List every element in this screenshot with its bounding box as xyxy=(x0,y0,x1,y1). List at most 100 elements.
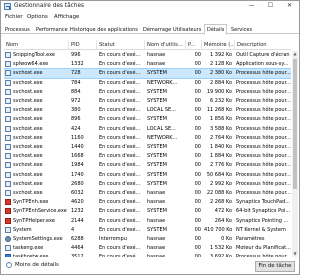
process-status: En cours d'exé... xyxy=(99,70,141,77)
process-memory: 50 684 Ko xyxy=(206,171,232,178)
table-row[interactable]: svchost.exe 896 En cours d'exé... SYSTEM 00 1… xyxy=(4,115,291,124)
table-row[interactable]: SynTPHelper.exe 2144 En cours d'exé... hasn… xyxy=(4,217,291,226)
process-user: hasnae xyxy=(147,217,166,224)
process-pid: 6288 xyxy=(71,236,84,242)
process-pid: 996 xyxy=(71,52,81,58)
maximize-button[interactable]: ☐ xyxy=(261,1,280,11)
process-name: svchost.exe xyxy=(13,144,43,150)
app-icon xyxy=(5,245,11,252)
process-memory: 1 840 Ko xyxy=(210,144,232,150)
tab-demarrage[interactable]: Démarrage xyxy=(141,26,173,34)
process-memory: 3 692 Ko xyxy=(204,253,232,257)
process-description: Application sous-sy... xyxy=(236,61,289,68)
process-memory: 0 Ko xyxy=(221,236,232,242)
gear-icon xyxy=(5,236,11,242)
process-description: Processus hôte pour... xyxy=(236,171,291,178)
process-name: svchost.exe xyxy=(13,107,43,114)
process-user: SYSTEM xyxy=(147,226,167,233)
table-row[interactable]: svchost.exe 972 En cours d'exé... SYSTEM 00 6… xyxy=(4,97,291,106)
process-name: SnippingTool.exe xyxy=(13,52,55,58)
process-status: En cours d'exé... xyxy=(99,79,141,86)
scroll-down-icon[interactable]: ▼ xyxy=(292,251,298,257)
process-memory: 1 532 Ko xyxy=(210,245,232,252)
process-description: Processus hôte pour... xyxy=(236,70,291,77)
table-row[interactable]: svchost.exe 1440 En cours d'exé... SYSTEM 00… xyxy=(4,143,291,152)
process-memory: 2 764 Ko xyxy=(210,134,232,141)
table-row[interactable]: svchost.exe 6032 En cours d'exé... hasnae 00… xyxy=(4,189,291,198)
process-memory: 2 268 Ko xyxy=(210,199,232,206)
app-icon xyxy=(5,116,11,123)
column-header-status[interactable]: Statut xyxy=(97,40,145,50)
menu-options[interactable]: Options xyxy=(27,14,48,20)
process-name: svchost.exe xyxy=(13,79,43,86)
table-row[interactable]: svchost.exe 1740 En cours d'exé... SYSTEM 00… xyxy=(4,171,291,180)
table-row[interactable]: svchost.exe 728 En cours d'exé... SYSTEM 00 2… xyxy=(4,68,291,80)
table-row[interactable]: taskhostw.exe3512 En cours d'exé... hasnae… xyxy=(4,253,291,257)
process-pid: 1232 xyxy=(71,208,84,215)
process-cpu: 00 xyxy=(194,190,201,196)
process-name: System xyxy=(13,226,32,233)
process-status: En cours d'exé... xyxy=(99,190,141,196)
process-cpu: 00 xyxy=(194,125,201,132)
tab-processus[interactable]: Processus xyxy=(3,26,32,34)
tab-performance[interactable]: Performance xyxy=(34,26,70,34)
table-header: Nom PID Statut Nom d'utilis... P... Mémo… xyxy=(4,40,291,50)
process-user: SYSTEM xyxy=(147,116,167,123)
process-cpu: 00 xyxy=(194,208,201,215)
menu-affichage[interactable]: Affichage xyxy=(54,14,79,20)
process-user: NETWORK... xyxy=(147,134,178,141)
close-button[interactable]: ✕ xyxy=(280,1,299,11)
table-row[interactable]: SnippingTool.exe 996 En cours d'exé... hasn… xyxy=(4,51,291,60)
details-table: ^ Nom PID Statut Nom d'utilis... P... Mé… xyxy=(4,37,291,257)
synaptics-icon xyxy=(5,217,11,224)
process-name: svchost.exe xyxy=(13,134,43,141)
table-row[interactable]: SynTPEnh.exe 4620 En cours d'exé... hasnae 0… xyxy=(4,198,291,207)
table-row[interactable]: svchost.exe 784 En cours d'exé... NETWORK..… xyxy=(4,79,291,88)
vertical-scrollbar[interactable]: ▲ ▼ xyxy=(292,51,298,257)
process-status: En cours d'exé... xyxy=(99,171,141,178)
menu-bar: Fichier Options Affichage xyxy=(1,13,299,22)
process-cpu: 00 xyxy=(194,144,201,150)
table-row[interactable]: svchost.exe 884 En cours d'exé... SYSTEM 00 1… xyxy=(4,88,291,97)
process-memory: 11 268 Ko xyxy=(206,107,232,114)
tab-historique[interactable]: Historique des applications xyxy=(68,26,140,34)
process-cpu: 00 xyxy=(194,116,201,123)
process-description: 64-bit Synaptics Poi... xyxy=(236,208,291,215)
process-description: Moteur du Planificat... xyxy=(236,245,291,252)
tab-services[interactable]: Services xyxy=(229,26,254,34)
process-user: LOCAL SE... xyxy=(147,125,176,132)
column-header-description[interactable]: Description xyxy=(235,40,291,50)
end-task-button[interactable]: Fin de tâche xyxy=(255,261,295,272)
table-row[interactable]: SystemSettings.exe 6288 Interrompu hasnae 00… xyxy=(4,235,291,244)
table-row[interactable]: svchost.exe 1160 En cours d'exé... NETWORK.… xyxy=(4,134,291,143)
table-row[interactable]: svchost.exe 2680 En cours d'exé... SYSTEM 00… xyxy=(4,180,291,189)
process-memory: 264 Ko xyxy=(214,217,232,224)
table-row[interactable]: SynTPEnhService.exe 1232 En cours d'exé...… xyxy=(4,207,291,216)
table-row[interactable]: svchost.exe 1668 En cours d'exé... SYSTEM 00… xyxy=(4,152,291,161)
process-pid: 884 xyxy=(71,88,81,95)
tab-details[interactable]: Détails xyxy=(204,24,228,35)
column-header-processor[interactable]: P... xyxy=(186,40,202,50)
table-row[interactable]: svchost.exe 424 En cours d'exé... LOCAL SE.… xyxy=(4,125,291,134)
menu-fichier[interactable]: Fichier xyxy=(5,14,23,20)
process-cpu: 00 xyxy=(188,253,201,257)
minimize-button[interactable]: — xyxy=(242,1,261,11)
process-name: svchost.exe xyxy=(13,180,43,187)
process-memory: 2 992 Ko xyxy=(210,180,232,187)
table-row[interactable]: System 4 En cours d'exé... SYSTEM 00 410 700 … xyxy=(4,226,291,235)
vertical-scroll-thumb[interactable] xyxy=(293,59,297,189)
table-row[interactable]: taskeng.exe 4464 En cours d'exé... hasnae 00… xyxy=(4,244,291,253)
column-header-memory[interactable]: Mémoire (... xyxy=(202,40,235,50)
synaptics-icon xyxy=(5,199,11,206)
column-header-name[interactable]: Nom xyxy=(4,40,69,50)
table-row[interactable]: svchost.exe 380 En cours d'exé... LOCAL SE.… xyxy=(4,106,291,115)
tab-utilisateurs[interactable]: Utilisateurs xyxy=(171,26,203,34)
column-header-user[interactable]: Nom d'utilis... xyxy=(145,40,186,50)
scroll-up-icon[interactable]: ▲ xyxy=(292,51,298,57)
process-name: taskeng.exe xyxy=(13,245,44,252)
process-user: hasnae xyxy=(147,190,166,196)
column-header-pid[interactable]: PID xyxy=(69,40,97,50)
table-row[interactable]: splwow64.exe 1332 En cours d'exé... hasnae 0… xyxy=(4,60,291,69)
process-pid: 4620 xyxy=(71,199,84,206)
table-row[interactable]: svchost.exe 1984 En cours d'exé... SYSTEM 00… xyxy=(4,161,291,170)
